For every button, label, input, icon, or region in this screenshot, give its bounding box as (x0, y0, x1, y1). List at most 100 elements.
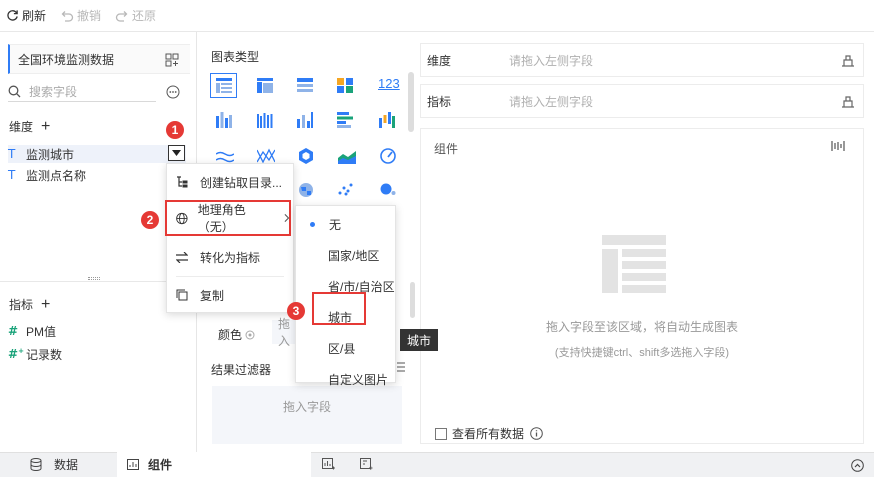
component-label: 组件 (434, 142, 459, 156)
view-all-data-row: 查看所有数据 (435, 425, 543, 442)
menu-item-label: 地理角色（无） (197, 203, 246, 234)
dimension-shelf-label: 维度 (427, 53, 452, 68)
measure-label: 记录数 (26, 347, 63, 362)
splitter-handle-icon[interactable] (88, 277, 100, 280)
dimension-label: 监测城市 (26, 147, 75, 162)
view-all-checkbox[interactable] (435, 427, 447, 440)
menu-item-create-drill[interactable]: 创建钻取目录... (166, 164, 294, 200)
waterfall-icon[interactable] (379, 112, 395, 128)
color-label-row: 颜色 (218, 326, 255, 343)
grouped-bar-icon[interactable] (257, 112, 273, 128)
empty-chart-placeholder-icon (602, 235, 666, 293)
measure-field[interactable]: # PM值 (8, 322, 56, 340)
tab-component[interactable]: 组件 (117, 452, 311, 477)
submenu-item-label: 自定义图片 (328, 373, 389, 387)
chart-type-title: 图表类型 (211, 50, 260, 64)
dimension-field[interactable]: T 监测城市 (8, 145, 186, 163)
config-scrollbar[interactable] (410, 282, 415, 318)
redo-icon (115, 10, 128, 22)
shelf-settings-icon[interactable] (841, 53, 855, 67)
menu-item-convert-measure[interactable]: 转化为指标 (166, 239, 294, 275)
table-chart-icon[interactable] (216, 78, 232, 93)
stacked-bar-icon[interactable] (216, 112, 232, 128)
undo-button[interactable]: 撤销 (60, 7, 101, 24)
calculated-number-icon: #+ (8, 347, 24, 361)
empty-hint-1: 拖入字段至该区域，将自动生成图表 (545, 320, 738, 334)
menu-item-label: 转化为指标 (200, 250, 261, 265)
chart-type-scrollbar[interactable] (408, 72, 414, 132)
dimension-field[interactable]: T 监测点名称 (8, 166, 86, 184)
switch-dataset-icon[interactable] (165, 53, 179, 67)
tab-data-label: 数据 (54, 458, 79, 472)
dimension-shelf[interactable]: 维度 请拖入左侧字段 (420, 43, 864, 77)
line-chart-icon[interactable] (216, 150, 234, 164)
horizontal-bar-icon[interactable] (337, 112, 353, 128)
search-icon (8, 85, 21, 98)
undo-label: 撤销 (77, 9, 102, 23)
number-chart-icon[interactable]: 123 (378, 76, 400, 91)
filter-drop-text: 拖入字段 (282, 400, 331, 414)
menu-item-geo-role[interactable]: 地理角色（无） (165, 200, 291, 236)
tab-component-label: 组件 (148, 458, 173, 472)
shelf-settings-icon[interactable] (841, 94, 855, 108)
info-icon[interactable] (530, 427, 543, 440)
filter-settings-icon[interactable] (397, 361, 405, 373)
view-all-label: 查看所有数据 (452, 427, 525, 441)
text-type-icon: T (8, 168, 16, 182)
scatter-chart-icon[interactable] (338, 182, 354, 196)
step-badge: 2 (141, 211, 159, 229)
submenu-item-label: 国家/地区 (328, 249, 380, 263)
map-chart-icon[interactable] (298, 182, 314, 198)
submenu-item-district[interactable]: 区/县 (296, 333, 395, 364)
caret-down-icon (172, 150, 181, 156)
search-placeholder: 搜索字段 (29, 85, 78, 99)
bubble-chart-icon[interactable] (380, 182, 396, 196)
refresh-icon (7, 10, 18, 21)
submenu-item-label: 区/县 (328, 342, 356, 356)
measure-field[interactable]: #+ 记录数 (8, 345, 62, 363)
add-dimension-icon[interactable]: + (41, 118, 50, 134)
submenu-item-label: 无 (329, 218, 342, 232)
redo-button[interactable]: 还原 (115, 7, 156, 24)
add-measure-icon[interactable]: + (41, 296, 50, 312)
cross-table-icon[interactable] (257, 78, 273, 93)
submenu-item-country[interactable]: 国家/地区 (296, 240, 395, 271)
polygon-chart-icon[interactable] (298, 148, 314, 164)
measure-title: 指标 (9, 298, 34, 312)
globe-icon (176, 212, 188, 224)
multi-line-icon[interactable] (257, 148, 275, 164)
dataset-selector[interactable]: 全国环境监测数据 (8, 44, 190, 74)
copy-icon (176, 289, 188, 301)
dimension-label: 监测点名称 (26, 168, 87, 183)
menu-item-label: 创建钻取目录... (200, 175, 283, 190)
refresh-label: 刷新 (22, 9, 47, 23)
bar-chart-icon[interactable] (297, 112, 313, 128)
redo-label: 还原 (132, 9, 157, 23)
collapse-up-icon[interactable] (851, 459, 864, 472)
submenu-item-none[interactable]: 无 (296, 209, 395, 240)
field-dropdown-button[interactable] (168, 145, 185, 161)
submenu-item-custom-image[interactable]: 自定义图片 (296, 364, 395, 395)
add-component-icon[interactable] (322, 458, 335, 471)
toolbar: 刷新 撤销 还原 (0, 0, 874, 32)
tooltip: 城市 (400, 329, 438, 351)
component-align-icon[interactable] (831, 141, 845, 151)
detail-table-icon[interactable] (297, 78, 313, 93)
menu-item-copy[interactable]: 复制 (166, 277, 294, 313)
add-dashboard-icon[interactable] (360, 458, 373, 471)
menu-item-label: 复制 (200, 288, 225, 303)
more-options-icon[interactable] (166, 85, 180, 99)
kpi-card-icon[interactable] (337, 78, 353, 93)
color-settings-icon[interactable] (245, 330, 255, 340)
selected-dot-icon (310, 222, 315, 227)
tab-data[interactable]: 数据 (30, 456, 78, 473)
color-label: 颜色 (218, 328, 243, 342)
refresh-button[interactable]: 刷新 (6, 7, 46, 24)
dataset-name: 全国环境监测数据 (18, 52, 115, 67)
empty-hint-2: (支持快捷键ctrl、shift多选拖入字段) (554, 347, 730, 359)
measure-shelf[interactable]: 指标 请拖入左侧字段 (420, 84, 864, 118)
search-box[interactable]: 搜索字段 (8, 82, 156, 102)
drill-hierarchy-icon (177, 176, 188, 188)
gauge-chart-icon[interactable] (380, 148, 396, 164)
area-chart-icon[interactable] (338, 150, 356, 164)
